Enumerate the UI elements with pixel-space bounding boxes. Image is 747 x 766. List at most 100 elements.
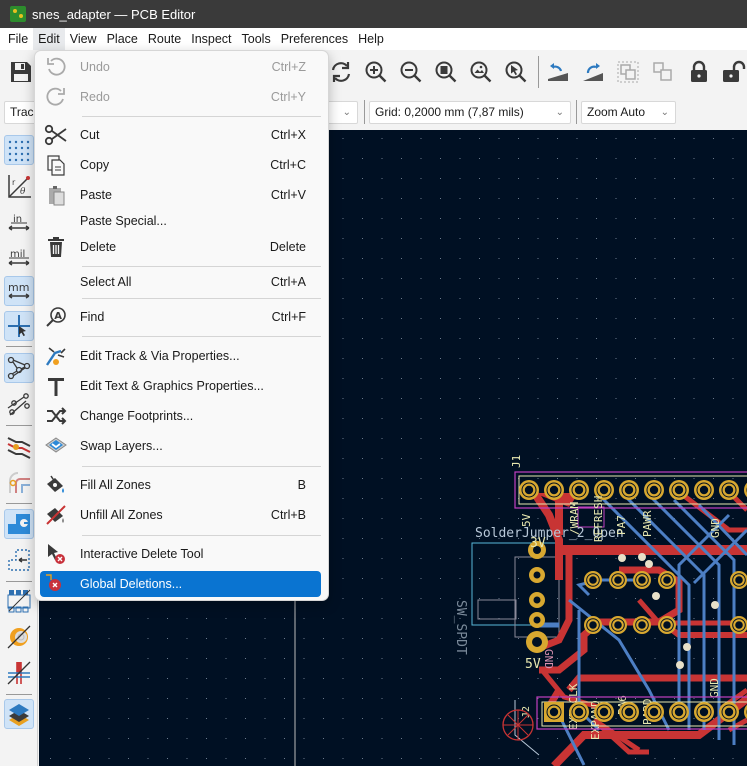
menu-edit[interactable]: Edit	[33, 28, 65, 50]
grid-dot	[342, 738, 344, 739]
grid-toggle-button[interactable]	[4, 135, 34, 165]
copy-icon	[44, 154, 68, 176]
menu-item-undo[interactable]: Undo Ctrl+Z	[40, 54, 321, 80]
menu-file[interactable]: File	[3, 28, 33, 50]
grid-dot	[596, 378, 597, 379]
grid-dot	[89, 638, 90, 639]
grid-dot	[498, 378, 500, 379]
zone-filled-button[interactable]	[4, 509, 34, 539]
menu-item-cut[interactable]: Cut Ctrl+X	[40, 122, 321, 148]
grid-dot	[537, 718, 539, 719]
grid-dot	[654, 378, 656, 379]
grid-dot	[381, 358, 383, 359]
units-inches-button[interactable]: in	[4, 207, 34, 237]
menu-item-interactive-delete[interactable]: Interactive Delete Tool	[40, 541, 321, 567]
grid-dot	[420, 358, 422, 359]
flip-right-icon[interactable]	[580, 59, 606, 85]
grid-dot	[674, 478, 675, 479]
menu-item-fill-all-zones[interactable]: Fill All Zones B	[40, 472, 321, 498]
grid-dot	[420, 198, 422, 199]
menu-item-shortcut: Ctrl+Z	[271, 60, 306, 74]
polar-coords-button[interactable]: rθ	[4, 171, 34, 201]
menu-preferences[interactable]: Preferences	[276, 28, 353, 50]
zone-outline-button[interactable]	[4, 545, 34, 575]
zoom-out-icon[interactable]	[398, 59, 424, 85]
grid-dot	[732, 258, 734, 259]
menu-item-change-footprints[interactable]: Change Footprints...	[40, 403, 321, 429]
menu-place[interactable]: Place	[102, 28, 143, 50]
menu-tools[interactable]: Tools	[237, 28, 276, 50]
grid-dot	[576, 178, 578, 179]
menu-item-edit-track-via[interactable]: Edit Track & Via Properties...	[40, 343, 321, 369]
chevron-down-icon: ⌄	[555, 107, 564, 118]
group-icon[interactable]	[615, 59, 641, 85]
grid-dot	[323, 678, 324, 679]
grid-dot	[381, 298, 383, 299]
zoom-fit-objects-icon[interactable]	[468, 59, 494, 85]
grid-dot	[693, 498, 695, 499]
save-icon[interactable]	[8, 59, 34, 85]
pad-display-button[interactable]	[4, 586, 34, 616]
net-highlight-button[interactable]	[4, 431, 34, 461]
grid-dot	[674, 238, 675, 239]
grid-dot	[518, 278, 519, 279]
menu-item-edit-text-graphics[interactable]: Edit Text & Graphics Properties...	[40, 373, 321, 399]
grid-dot	[420, 178, 422, 179]
menu-view[interactable]: View	[65, 28, 102, 50]
via-display-button[interactable]	[4, 622, 34, 652]
grid-combo[interactable]: Grid: 0,2000 mm (7,87 mils) ⌄	[369, 101, 571, 124]
lock-icon[interactable]	[686, 59, 712, 85]
zoom-selection-icon[interactable]	[503, 59, 529, 85]
grid-dot	[225, 738, 227, 739]
mils-icon: mil	[8, 249, 30, 266]
zoom-in-icon[interactable]	[363, 59, 389, 85]
flip-left-icon[interactable]	[545, 59, 571, 85]
zoom-fit-page-icon[interactable]	[433, 59, 459, 85]
menu-item-global-deletions[interactable]: Global Deletions...	[40, 571, 321, 597]
menu-item-paste[interactable]: Paste Ctrl+V	[40, 182, 321, 208]
grid-dot	[401, 198, 402, 199]
toolbar-separator	[6, 581, 32, 582]
grid-dot	[615, 458, 617, 459]
layers-manager-button[interactable]	[4, 699, 34, 729]
grid-dot	[303, 698, 305, 699]
grid-dot	[635, 218, 636, 219]
grid-dot	[362, 678, 363, 679]
grid-dot	[440, 458, 441, 459]
full-crosshair-button[interactable]	[4, 311, 34, 341]
menu-item-copy[interactable]: Copy Ctrl+C	[40, 152, 321, 178]
ratsnest-button[interactable]	[4, 353, 34, 383]
grid-dot	[498, 258, 500, 259]
grid-dot	[674, 198, 675, 199]
menu-item-find[interactable]: A Find Ctrl+F	[40, 304, 321, 330]
grid-dot	[615, 598, 617, 599]
grid-dot	[342, 498, 344, 499]
track-display-button[interactable]	[4, 658, 34, 688]
net-color-mode-button[interactable]	[4, 467, 34, 497]
zoom-combo[interactable]: Zoom Auto ⌄	[581, 101, 676, 124]
grid-dot	[654, 358, 656, 359]
menu-inspect[interactable]: Inspect	[186, 28, 236, 50]
grid-dot	[420, 258, 422, 259]
grid-dot	[537, 298, 539, 299]
grid-dot	[186, 678, 188, 679]
menu-separator	[82, 116, 321, 117]
redraw-icon[interactable]	[328, 59, 354, 85]
menu-item-redo[interactable]: Redo Ctrl+Y	[40, 84, 321, 110]
menu-item-shortcut: Ctrl+V	[270, 188, 306, 202]
unlock-icon[interactable]	[720, 59, 746, 85]
menu-item-paste-special[interactable]: Paste Special...	[40, 208, 321, 234]
menu-item-delete[interactable]: Delete Delete	[40, 234, 321, 260]
grid-dot	[596, 478, 597, 479]
ungroup-icon[interactable]	[650, 59, 676, 85]
grid-dot	[713, 758, 714, 759]
menu-route[interactable]: Route	[143, 28, 186, 50]
menu-item-unfill-all-zones[interactable]: Unfill All Zones Ctrl+B	[40, 502, 321, 528]
menu-item-select-all[interactable]: Select All Ctrl+A	[40, 269, 321, 295]
menu-help[interactable]: Help	[353, 28, 389, 50]
grid-dot	[674, 618, 675, 619]
curved-ratsnest-button[interactable]	[4, 389, 34, 419]
menu-item-swap-layers[interactable]: Swap Layers...	[40, 433, 321, 459]
units-mm-button[interactable]: mm	[4, 276, 34, 306]
units-mils-button[interactable]: mil	[4, 242, 34, 272]
